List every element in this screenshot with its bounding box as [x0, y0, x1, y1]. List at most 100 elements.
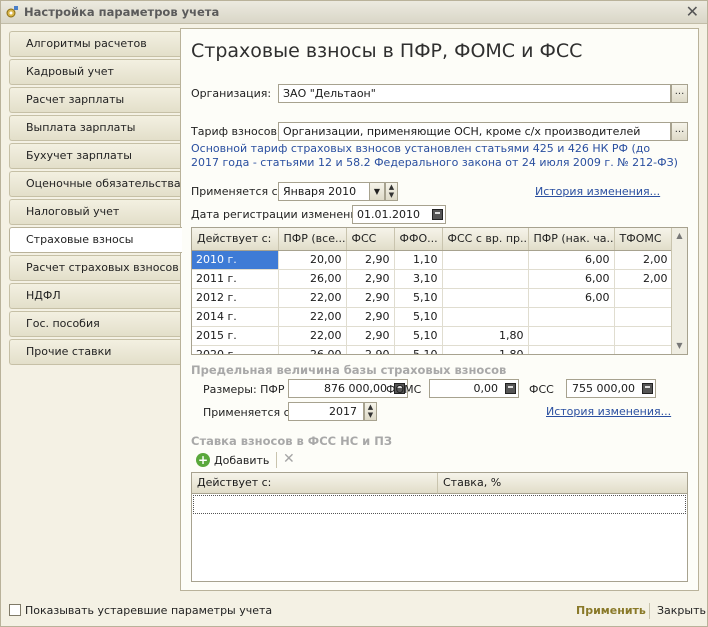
table-cell[interactable] [614, 345, 673, 354]
rates-column-header[interactable]: Действует с: [192, 228, 279, 251]
table-cell[interactable]: 2,90 [346, 345, 395, 354]
tab-item[interactable]: Бухучет зарплаты [9, 143, 181, 169]
table-cell[interactable]: 2011 г. [192, 269, 279, 289]
applies-from-label: Применяется с: [191, 185, 282, 198]
table-cell[interactable] [442, 288, 529, 308]
table-row[interactable]: 2012 г. 22,00 2,90 5,10 6,00 [192, 288, 673, 308]
fss-ns-col-date[interactable]: Действует с: [192, 473, 438, 494]
tab-item[interactable]: Прочие ставки [9, 339, 181, 365]
rates-column-header[interactable]: ФФО... [394, 228, 443, 251]
table-cell[interactable]: 26,00 [278, 269, 347, 289]
organization-select-button[interactable]: ... [671, 84, 688, 103]
table-row[interactable]: 2011 г. 26,00 2,90 3,10 6,00 2,00 [192, 269, 673, 289]
table-cell[interactable]: 6,00 [528, 250, 615, 270]
table-cell[interactable]: 22,00 [278, 307, 347, 327]
organization-field[interactable]: ЗАО "Дельтаон" [278, 84, 671, 103]
applies-from-field[interactable]: Января 2010 ▼ [278, 182, 385, 201]
tab-item[interactable]: Расчет страховых взносов [9, 255, 181, 281]
tab-item[interactable]: Выплата зарплаты [9, 115, 181, 141]
table-cell[interactable]: 22,00 [278, 288, 347, 308]
scroll-up-icon[interactable]: ▲ [672, 228, 687, 244]
table-cell[interactable]: 2010 г. [192, 250, 279, 270]
table-cell[interactable] [614, 326, 673, 346]
table-row[interactable]: 2020 г. 26,00 2,90 5,10 1,80 [192, 345, 673, 354]
table-cell[interactable]: 2014 г. [192, 307, 279, 327]
tab-item[interactable]: Кадровый учет [9, 59, 181, 85]
table-cell[interactable]: 2,90 [346, 307, 395, 327]
fss-base-field[interactable]: 755 000,00 [566, 379, 656, 398]
base-history-link[interactable]: История изменения... [546, 405, 671, 418]
tab-item[interactable]: Расчет зарплаты [9, 87, 181, 113]
table-cell[interactable]: 5,10 [394, 345, 443, 354]
fss-ns-col-rate[interactable]: Ставка, % [438, 473, 687, 494]
table-cell[interactable]: 5,10 [394, 307, 443, 327]
table-cell[interactable] [442, 269, 529, 289]
add-button[interactable]: Добавить [214, 454, 269, 467]
table-cell[interactable]: 2,90 [346, 326, 395, 346]
table-cell[interactable] [528, 345, 615, 354]
applies-from-stepper[interactable]: ▲ ▼ [385, 182, 398, 201]
reg-date-field[interactable]: 01.01.2010 [352, 205, 446, 224]
chevron-down-icon[interactable]: ▼ [369, 183, 384, 200]
table-cell[interactable] [528, 307, 615, 327]
calendar-icon[interactable] [432, 209, 443, 220]
table-cell[interactable]: 2,90 [346, 250, 395, 270]
rates-column-header[interactable]: ФСС [346, 228, 395, 251]
tab-item[interactable]: Алгоритмы расчетов [9, 31, 181, 57]
table-row[interactable]: 2015 г. 22,00 2,90 5,10 1,80 [192, 326, 673, 346]
reg-date-label: Дата регистрации изменений: [191, 208, 369, 221]
page-title: Страховые взносы в ПФР, ФОМС и ФСС [191, 40, 583, 62]
table-cell[interactable]: 2,90 [346, 288, 395, 308]
rates-column-header[interactable]: ТФОМС [614, 228, 673, 251]
table-cell[interactable]: 5,10 [394, 326, 443, 346]
rates-column-header[interactable]: ПФР (нак. ча... [528, 228, 615, 251]
table-cell[interactable] [614, 307, 673, 327]
foms-base-field[interactable]: 0,00 [429, 379, 519, 398]
table-cell[interactable] [442, 250, 529, 270]
tariff-select-button[interactable]: ... [671, 122, 688, 141]
rates-scrollbar[interactable]: ▲ ▼ [671, 228, 687, 354]
table-cell[interactable] [442, 307, 529, 327]
table-cell[interactable]: 5,10 [394, 288, 443, 308]
table-cell[interactable]: 22,00 [278, 326, 347, 346]
calculator-icon[interactable] [642, 383, 653, 394]
table-cell[interactable]: 2015 г. [192, 326, 279, 346]
tab-item[interactable]: Страховые взносы [9, 227, 182, 253]
fss-ns-new-row[interactable] [193, 495, 686, 514]
table-cell[interactable]: 2,90 [346, 269, 395, 289]
table-cell[interactable]: 2,00 [614, 269, 673, 289]
table-cell[interactable]: 2,00 [614, 250, 673, 270]
rates-column-header[interactable]: ФСС с вр. пр... [442, 228, 529, 251]
tariff-field[interactable]: Организации, применяющие ОСН, кроме с/х … [278, 122, 671, 141]
base-applies-stepper[interactable]: ▲ ▼ [364, 402, 377, 421]
calculator-icon[interactable] [505, 383, 516, 394]
rates-column-header[interactable]: ПФР (все... [278, 228, 347, 251]
close-window-icon[interactable]: ✕ [686, 2, 699, 22]
close-button[interactable]: Закрыть [657, 604, 706, 617]
table-row[interactable]: 2014 г. 22,00 2,90 5,10 [192, 307, 673, 327]
tab-item[interactable]: НДФЛ [9, 283, 181, 309]
table-cell[interactable]: 20,00 [278, 250, 347, 270]
apply-button[interactable]: Применить [576, 604, 646, 617]
table-cell[interactable]: 1,80 [442, 326, 529, 346]
tab-item[interactable]: Оценочные обязательства [9, 171, 181, 197]
base-applies-field[interactable]: 2017 [288, 402, 364, 421]
tab-item[interactable]: Налоговый учет [9, 199, 181, 225]
table-cell[interactable] [528, 326, 615, 346]
add-icon[interactable]: + [196, 453, 210, 467]
show-old-checkbox[interactable] [9, 604, 21, 616]
table-cell[interactable]: 26,00 [278, 345, 347, 354]
table-cell[interactable]: 2012 г. [192, 288, 279, 308]
table-row[interactable]: 2010 г. 20,00 2,90 1,10 6,00 2,00 [192, 250, 673, 270]
table-cell[interactable] [614, 288, 673, 308]
table-cell[interactable]: 6,00 [528, 269, 615, 289]
table-cell[interactable]: 2020 г. [192, 345, 279, 354]
table-cell[interactable]: 6,00 [528, 288, 615, 308]
tab-item[interactable]: Гос. пособия [9, 311, 181, 337]
table-cell[interactable]: 3,10 [394, 269, 443, 289]
delete-icon[interactable]: ✕ [283, 451, 295, 467]
table-cell[interactable]: 1,80 [442, 345, 529, 354]
table-cell[interactable]: 1,10 [394, 250, 443, 270]
history-link[interactable]: История изменения... [535, 185, 660, 198]
scroll-down-icon[interactable]: ▼ [672, 338, 687, 354]
